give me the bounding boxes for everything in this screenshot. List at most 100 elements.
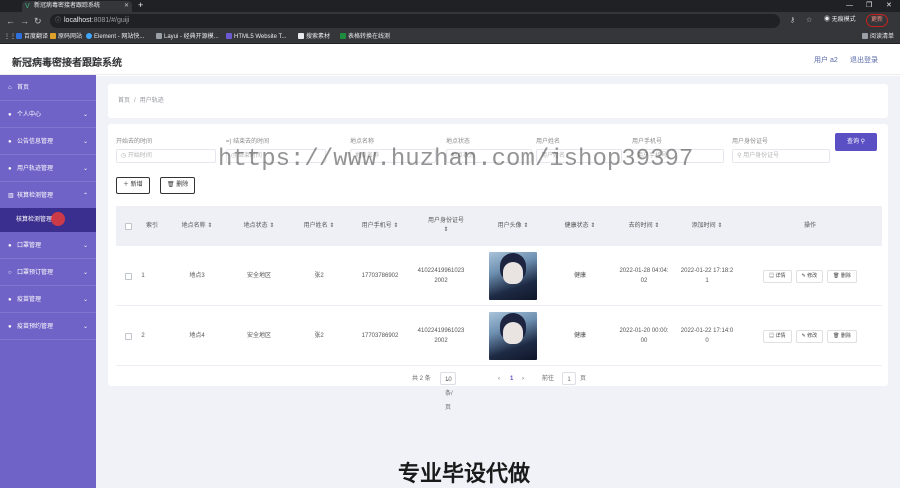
column-header-place-status[interactable]: 地点状态 ⇕ [228,206,290,246]
sort-icon[interactable]: ⇕ [393,222,398,231]
bookmark-item[interactable]: 百度翻译 [16,32,48,42]
cell-phone: 17703786902 [361,273,399,279]
edit-button[interactable]: ✎ 修改 [795,269,824,283]
update-button[interactable]: 更新 [866,14,889,27]
forward-icon[interactable]: → [20,15,29,27]
sort-icon[interactable]: ⇕ [590,222,595,231]
page-size-select[interactable]: 10条/页 ⌄ [440,372,456,411]
delete-row-button[interactable]: 🗑 删除 [827,329,857,343]
browser-tab-strip: V 新冠病毒密接者跟踪系统 ✕ + — ❐ ✕ [0,0,900,12]
sidebar-item-masks[interactable]: ● 口罩管理 ⌄ [0,233,96,259]
query-button[interactable]: 查询 ⚲ [835,133,877,151]
info-icon[interactable]: ⓘ [55,14,61,28]
detail-button[interactable]: ▤ 详情 [763,329,792,343]
close-tab-icon[interactable]: ✕ [124,1,129,12]
sidebar-subitem-testing[interactable]: 核算检测管理 [0,208,96,232]
column-header-index: 索引 [145,222,158,229]
user-icon: ● [8,243,12,249]
current-page[interactable]: 1 [510,372,513,386]
checkbox-box[interactable] [124,272,132,280]
bookmarks-bar: ⋮⋮⋮ 百度翻译 原码网站 Element - 网站快... Layui - 经… [0,30,900,44]
prev-page-icon[interactable]: ‹ [498,372,500,386]
checkbox-box[interactable] [124,222,132,230]
sidebar-item-profile[interactable]: ● 个人中心 ⌄ [0,102,96,128]
breadcrumb-home[interactable]: 首页 [118,98,130,104]
minimize-icon[interactable]: — [846,0,853,11]
goto-page-input[interactable]: 1 [562,372,576,385]
sidebar-item-vaccine-appointments[interactable]: ● 疫苗预约管理 ⌄ [0,314,96,340]
cell-avatar [480,306,546,366]
browser-tab[interactable]: V 新冠病毒密接者跟踪系统 ✕ [22,1,132,12]
watermark-text: https://www.huzhan.com/ishop39397 [218,146,694,173]
sidebar-item-label: 核算检测管理 [17,193,54,199]
sort-icon[interactable]: ⇕ [717,222,722,231]
user-avatar-image [489,252,537,300]
key-icon[interactable]: ⚷ [790,15,795,27]
app-title: 新冠病毒密接者跟踪系统 [12,58,122,69]
column-header-phone[interactable]: 用户手机号 ⇕ [348,206,412,246]
checkbox-box[interactable] [124,332,132,340]
bookmark-item[interactable]: Element - 网站快... [86,32,144,42]
sort-icon[interactable]: ⇕ [654,222,659,231]
logout-link[interactable]: 退出登录 [850,55,878,65]
incognito-profile[interactable]: ◉ 无痕模式 [820,14,860,27]
cell-phone: 17703786902 [361,333,399,339]
row-checkbox[interactable] [120,246,136,306]
sort-icon[interactable]: ⇕ [523,222,528,231]
sidebar-item-notices[interactable]: ● 公告信息管理 ⌄ [0,129,96,155]
sort-icon[interactable]: ⇕ [443,226,448,235]
column-header-user-name[interactable]: 用户姓名 ⇕ [292,206,346,246]
sidebar-item-label: 疫苗管理 [17,297,42,303]
app-header: 新冠病毒密接者跟踪系统 用户 a2 退出登录 [0,45,900,75]
address-bar[interactable]: ⓘ localhost:8081/#/guiji [50,14,780,28]
edit-label: 修改 [807,272,818,279]
column-header-place[interactable]: 地点名称 ⇕ [168,206,226,246]
bookmark-item[interactable]: 表格转换在线测 [340,32,390,42]
column-header-add-time[interactable]: 添加时间 ⇕ [676,206,738,246]
sort-icon[interactable]: ⇕ [207,222,212,231]
bookmark-item[interactable]: Layui - 经典开源模... [156,32,219,42]
reading-list[interactable]: 阅读清单 [862,32,894,42]
sort-icon[interactable]: ⇕ [329,222,334,231]
sort-icon[interactable]: ⇕ [269,222,274,231]
delete-row-button[interactable]: 🗑 删除 [827,269,857,283]
next-page-icon[interactable]: › [522,372,524,386]
new-tab-icon[interactable]: + [138,0,143,11]
url-path: :8081/#/guiji [91,17,130,24]
bookmark-item[interactable]: HTML5 Website T... [226,32,286,42]
user-avatar-image [489,312,537,360]
select-all-checkbox[interactable] [120,206,136,246]
add-button-label: 新增 [130,182,143,188]
column-header-label: 地点状态 [243,222,268,229]
sidebar-item-testing[interactable]: ▥ 核算检测管理 ⌃ [0,183,96,209]
back-icon[interactable]: ← [6,15,15,27]
column-header-go-time[interactable]: 去的时间 ⇕ [614,206,674,246]
star-icon[interactable]: ☆ [806,15,812,27]
column-header-avatar[interactable]: 用户头像 ⇕ [480,206,546,246]
sidebar-item-tracks[interactable]: ● 用户轨迹管理 ⌄ [0,156,96,182]
reload-icon[interactable]: ↻ [34,15,42,27]
column-header-health[interactable]: 健康状态 ⇕ [548,206,612,246]
browser-tab-title: 新冠病毒密接者跟踪系统 [34,3,101,9]
add-button[interactable]: ＋ 新增 [116,177,150,194]
column-header-id-number[interactable]: 用户身份证号 ⇕ [414,206,478,246]
bookmark-item[interactable]: 原码网站 [50,32,82,42]
bookmark-item[interactable]: 搜索素材 [298,32,330,42]
detail-button[interactable]: ▤ 详情 [763,269,792,283]
row-checkbox[interactable] [120,306,136,366]
start-time-picker[interactable]: ◷ 开始时间 [116,149,216,163]
user-icon: ● [8,324,12,330]
trash-icon: 🗑 [167,182,177,188]
sidebar-item-mask-orders[interactable]: ○ 口罩预订管理 ⌄ [0,260,96,286]
current-user[interactable]: 用户 a2 [814,55,838,65]
sidebar: ⌂ 首页 ● 个人中心 ⌄ ● 公告信息管理 ⌄ ● 用户轨迹管理 ⌄ ▥ 核算检测管理 ⌃ 核算… [0,75,96,488]
sidebar-item-home[interactable]: ⌂ 首页 [0,75,96,101]
batch-delete-button[interactable]: 🗑 删除 [160,177,196,194]
window-close-icon[interactable]: ✕ [886,0,892,11]
maximize-icon[interactable]: ❐ [866,0,872,11]
edit-button[interactable]: ✎ 修改 [795,329,824,343]
id-number-input[interactable]: ⚲ 用户身份证号 [732,149,830,163]
sidebar-item-vaccines[interactable]: ● 疫苗管理 ⌄ [0,287,96,313]
trash-icon: 🗑 [833,272,841,279]
chevron-down-icon: ⌄ [445,377,451,383]
